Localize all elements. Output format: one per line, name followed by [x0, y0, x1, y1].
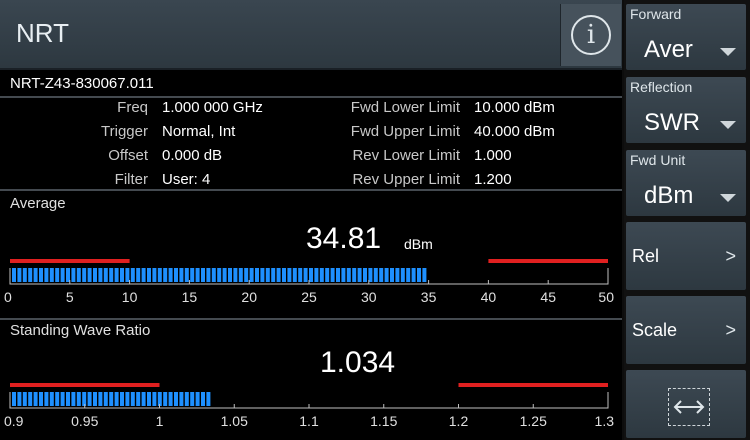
resize-horizontal-icon [668, 388, 710, 426]
param-label: Offset [108, 147, 148, 164]
swr-reading-fill [12, 392, 211, 406]
chevron-right-icon: > [725, 320, 736, 340]
average-lower-limit-line [10, 259, 130, 263]
swr-lower-limit-line [10, 383, 160, 387]
reflection-caption: Reflection [630, 79, 693, 95]
app-title: NRT [16, 18, 69, 48]
forward-selector[interactable]: Forward Aver [626, 4, 746, 70]
chevron-down-icon [720, 121, 736, 129]
average-tick-label: 45 [540, 289, 556, 305]
rel-button[interactable]: Rel > [626, 222, 746, 290]
param-value: Normal, Int [162, 123, 236, 140]
resize-button[interactable] [626, 370, 746, 438]
param-value: 10.000 dBm [474, 99, 555, 116]
rel-label: Rel [632, 246, 660, 266]
swr-bar-graph: 0.9 0.95 1 1.05 1.1 1.15 1.2 1.25 1.3 [4, 383, 615, 429]
swr-tick-label: 1.05 [221, 413, 248, 429]
device-id: NRT-Z43-830067.011 [10, 75, 154, 92]
params-left: Freq 1.000 000 GHz Trigger Normal, Int Off… [60, 96, 310, 192]
average-bar-graph: 0 5 10 15 20 25 30 35 40 45 50 [4, 259, 614, 305]
param-label: Fwd Upper Limit [350, 123, 460, 140]
average-tick-label: 15 [182, 289, 198, 305]
fwd-unit-selector[interactable]: Fwd Unit dBm [626, 150, 746, 216]
average-tick-label: 20 [241, 289, 257, 305]
scale-label: Scale [632, 320, 678, 340]
param-label: Rev Lower Limit [352, 147, 460, 164]
swr-tick-label: 1 [156, 413, 164, 429]
chevron-down-icon [720, 48, 736, 56]
average-tick-label: 5 [66, 289, 74, 305]
reflection-value: SWR [644, 109, 700, 136]
average-tick-label: 25 [301, 289, 317, 305]
divider [0, 318, 622, 320]
swr-value: 1.034 [320, 346, 396, 379]
swr-tick-label: 1.15 [370, 413, 397, 429]
average-upper-limit-line [488, 259, 608, 263]
softkey-panel: Forward Aver Reflection SWR Fwd Unit dBm… [624, 0, 750, 440]
swr-panel-title: Standing Wave Ratio [10, 322, 151, 339]
forward-value: Aver [644, 36, 693, 63]
divider [0, 189, 622, 191]
swr-tick-label: 0.95 [71, 413, 98, 429]
info-icon: i [571, 15, 611, 55]
average-value: 34.81 [306, 222, 382, 255]
params-right: Fwd Lower Limit 10.000 dBm Fwd Upper Limi… [300, 96, 620, 192]
main-panel: NRT i NRT-Z43-830067.011 Freq 1.000 000 G… [0, 0, 622, 440]
chevron-right-icon: > [725, 246, 736, 266]
fwd-unit-caption: Fwd Unit [630, 152, 686, 168]
average-tick-label: 30 [361, 289, 377, 305]
forward-caption: Forward [630, 6, 682, 22]
swr-tick-label: 1.1 [299, 413, 319, 429]
average-tick-label: 0 [4, 289, 12, 305]
info-button[interactable]: i [560, 4, 621, 66]
average-tick-label: 35 [421, 289, 437, 305]
param-value: 40.000 dBm [474, 123, 555, 140]
chevron-down-icon [720, 194, 736, 202]
average-tick-label: 40 [481, 289, 497, 305]
scale-button[interactable]: Scale > [626, 296, 746, 364]
param-value: 1.000 [474, 147, 512, 164]
average-unit: dBm [404, 236, 433, 252]
average-tick-label: 10 [122, 289, 138, 305]
param-label: Freq [117, 99, 148, 116]
swr-tick-label: 1.25 [520, 413, 547, 429]
average-tick-label: 50 [598, 289, 614, 305]
average-panel-title: Average [10, 195, 66, 212]
average-reading-fill [12, 268, 427, 282]
title-bar: NRT i [0, 0, 622, 70]
swr-upper-limit-line [458, 383, 608, 387]
param-label: Fwd Lower Limit [350, 99, 460, 116]
reflection-selector[interactable]: Reflection SWR [626, 77, 746, 143]
swr-tick-label: 1.3 [595, 413, 615, 429]
swr-tick-label: 1.2 [449, 413, 469, 429]
swr-tick-label: 0.9 [4, 413, 24, 429]
param-label: Trigger [101, 123, 148, 140]
param-value: 1.000 000 GHz [162, 99, 263, 116]
param-value: 0.000 dB [162, 147, 223, 164]
fwd-unit-value: dBm [644, 182, 694, 209]
